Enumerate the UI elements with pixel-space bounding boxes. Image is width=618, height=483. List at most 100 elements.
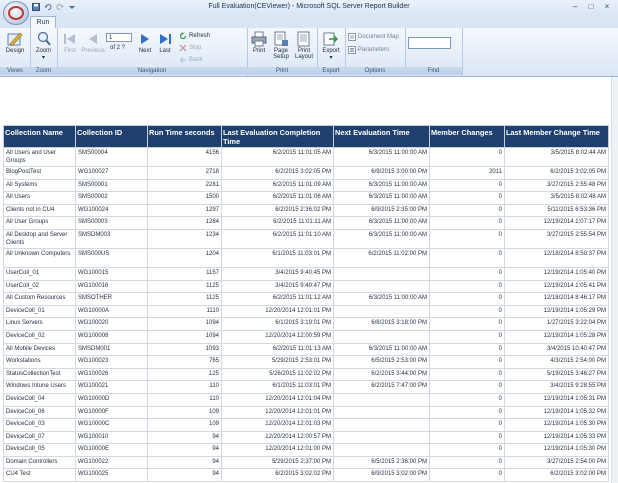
table-cell: 6/3/2015 11:00:00 AM — [333, 216, 430, 230]
print-layout-button[interactable]: Print Layout — [293, 31, 315, 60]
column-header[interactable]: Collection Name — [3, 125, 76, 148]
design-button[interactable]: Design — [2, 31, 28, 54]
table-cell: 6/3/2015 11:00:00 AM — [333, 147, 430, 167]
table-cell: WG10000E — [75, 443, 148, 457]
table-cell: WG100023 — [75, 355, 148, 369]
table-cell: 6/5/2015 2:53:00 PM — [333, 355, 430, 369]
table-cell: 12/20/2014 12:01:00 PM — [221, 443, 334, 457]
back-icon — [179, 56, 187, 64]
last-page-button[interactable]: Last — [156, 31, 174, 54]
table-cell: 12/19/2014 1:05:33 PM — [504, 430, 609, 445]
navigation-group: First Previous 1 of 2 ? Next Last Refres… — [57, 28, 248, 76]
table-cell: SMS00001 — [75, 178, 148, 193]
stop-button[interactable]: Stop — [179, 44, 201, 52]
table-cell: DeviceColl_05 — [3, 443, 76, 457]
maximize-button[interactable]: □ — [584, 2, 598, 12]
table-cell: SMS000US — [75, 247, 148, 268]
table-cell: WG100024 — [75, 203, 148, 218]
table-row: UserColl_02 WG100016 1125 3/4/2015 9:40:47 … — [3, 279, 609, 294]
table-cell: 6/1/2015 3:19:01 PM — [221, 317, 334, 331]
table-cell: 6/3/2015 11:00:00 AM — [333, 191, 430, 205]
first-page-icon — [62, 31, 78, 47]
table-cell: 6/2/2015 11:01:11 AM — [221, 216, 334, 230]
table-cell: 0 — [429, 247, 505, 268]
table-cell: 6/1/2015 11:03:01 PM — [221, 247, 334, 268]
page-number-input[interactable]: 1 — [106, 33, 132, 42]
column-header[interactable]: Run Time seconds — [147, 125, 222, 148]
table-cell: All Custom Resources — [3, 292, 76, 306]
report-table-body: All Users and User Groups SMS00004 4156 6/2… — [3, 147, 609, 483]
table-cell: 0 — [429, 203, 505, 218]
print-group: Print Page Setup Print Layout Print — [247, 28, 318, 76]
table-cell: 6/3/2015 11:00:00 AM — [333, 178, 430, 193]
table-cell: 6/8/2015 3:18:00 PM — [333, 317, 430, 331]
table-cell: Domain Controllers — [3, 455, 76, 470]
table-cell: 0 — [429, 266, 505, 281]
document-map-button[interactable]: Document Map — [348, 33, 399, 41]
table-cell — [333, 392, 430, 407]
table-cell: SMS00004 — [75, 147, 148, 167]
minimize-button[interactable]: – — [568, 2, 582, 12]
table-cell — [333, 304, 430, 319]
table-cell: 109 — [147, 405, 222, 420]
table-row: Linux Servers WG100020 1094 6/1/2015 3:19:0… — [3, 317, 609, 331]
table-cell: 0 — [429, 380, 505, 394]
parameters-button[interactable]: Parameters — [348, 46, 389, 54]
views-group-label: Views — [0, 67, 30, 75]
table-row: DeviceColl_06 WG10000F 109 12/20/2014 12:01… — [3, 405, 609, 420]
back-button[interactable]: Back — [179, 56, 202, 64]
zoom-group-label: Zoom — [30, 67, 57, 75]
column-header[interactable]: Collection ID — [75, 125, 148, 148]
print-group-label: Print — [247, 67, 317, 75]
table-row: All Systems SMS00001 2281 6/2/2015 11:01:09… — [3, 178, 609, 193]
table-row: Clients not in CU4 WG100024 1297 6/2/2015 2… — [3, 203, 609, 218]
previous-page-button[interactable]: Previous — [81, 31, 105, 54]
table-cell: 0 — [429, 455, 505, 470]
export-group-label: Export — [317, 67, 345, 75]
zoom-group: Zoom ▾ Zoom — [30, 28, 58, 76]
print-button[interactable]: Print — [249, 31, 269, 54]
table-cell: 0 — [429, 405, 505, 420]
table-cell: WG100015 — [75, 266, 148, 281]
table-row: All Desktop and Server Clients SMSDM003 12… — [3, 228, 609, 249]
table-cell: CU4 Test — [3, 468, 76, 483]
table-row: All Custom Resources SMSOTHER 1125 6/2/2015… — [3, 292, 609, 306]
application-menu-button[interactable] — [3, 1, 29, 25]
zoom-button[interactable]: Zoom ▾ — [32, 31, 55, 61]
table-cell: 6/2/2015 11:01:05 AM — [221, 147, 334, 167]
vertical-scrollbar[interactable] — [611, 77, 618, 483]
next-page-button[interactable]: Next — [136, 31, 154, 54]
table-cell — [333, 405, 430, 420]
table-row: StatusCollectionTest WG100026 125 5/26/2015… — [3, 367, 609, 382]
table-cell: 5/29/2015 2:53:01 PM — [221, 355, 334, 369]
table-cell: UserColl_02 — [3, 279, 76, 294]
refresh-button[interactable]: Refresh — [179, 32, 210, 40]
find-input[interactable] — [408, 37, 451, 49]
export-group: Export ▾ Export — [317, 28, 346, 76]
table-cell: 6/2/2015 3:02:05 PM — [221, 166, 334, 180]
table-row: DeviceColl_05 WG10000E 94 12/20/2014 12:01:… — [3, 443, 609, 457]
column-header[interactable]: Last Member Change Time — [504, 125, 609, 148]
table-row: CU4 Test WG100025 94 6/2/2015 3:02:02 PM 6/9… — [3, 468, 609, 483]
export-dropdown-icon: ▾ — [329, 55, 333, 61]
table-cell: 0 — [429, 418, 505, 432]
column-header[interactable]: Next Evaluation Time — [333, 125, 430, 148]
table-cell: 5/11/2015 6:53:36 PM — [504, 203, 609, 218]
report-table: Collection Name Collection ID Run Time s… — [3, 125, 609, 483]
table-cell: 12/19/2014 1:05:40 PM — [504, 266, 609, 281]
table-cell: 12/19/2014 1:05:30 PM — [504, 443, 609, 457]
table-cell: WG100025 — [75, 468, 148, 483]
export-button[interactable]: Export ▾ — [319, 31, 343, 61]
table-cell — [333, 266, 430, 281]
column-header[interactable]: Last Evaluation Completion Time — [221, 125, 334, 148]
column-header[interactable]: Member Changes — [429, 125, 505, 148]
table-cell: 1284 — [147, 216, 222, 230]
table-cell: All Desktop and Server Clients — [3, 228, 76, 249]
table-cell: 1157 — [147, 266, 222, 281]
first-page-button[interactable]: First — [60, 31, 80, 54]
table-cell: 1204 — [147, 247, 222, 268]
close-button[interactable]: × — [600, 2, 614, 12]
page-setup-button[interactable]: Page Setup — [270, 31, 292, 60]
table-cell: WG10000F — [75, 405, 148, 420]
table-cell: 12/20/2014 12:01:01 PM — [221, 304, 334, 319]
